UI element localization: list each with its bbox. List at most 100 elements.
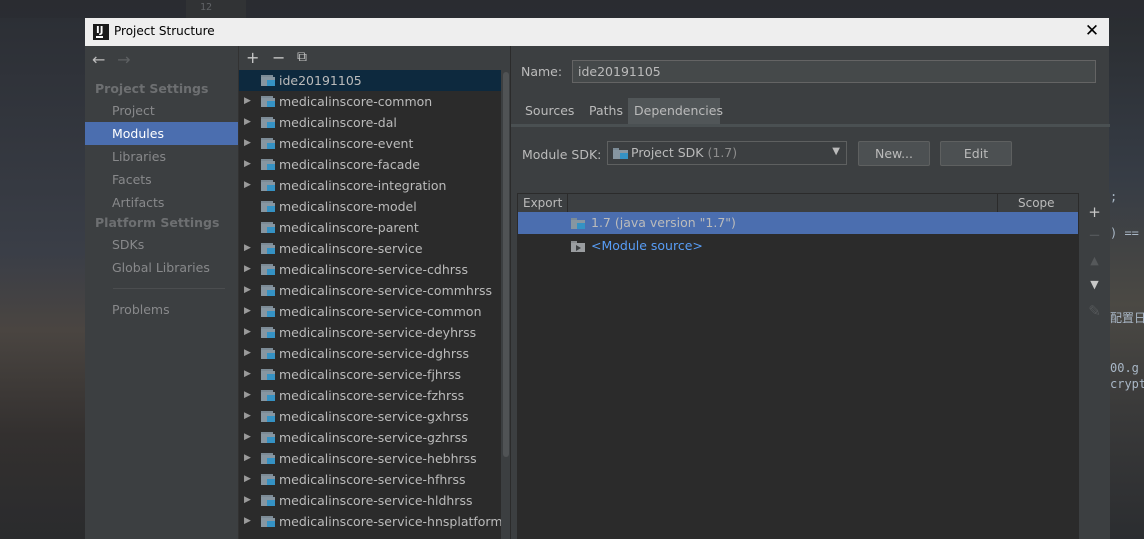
- column-scope[interactable]: Scope: [1018, 194, 1055, 212]
- add-dependency-button[interactable]: +: [1079, 201, 1110, 223]
- remove-module-button[interactable]: −: [272, 48, 285, 67]
- module-folder-icon: [261, 117, 275, 128]
- tree-row-module[interactable]: ▶ medicalinscore-facade: [239, 154, 501, 175]
- tree-row-module[interactable]: ▶ medicalinscore-common: [239, 91, 501, 112]
- tree-row-module[interactable]: ▶ medicalinscore-integration: [239, 175, 501, 196]
- nav-item-modules[interactable]: Modules: [85, 122, 238, 145]
- copy-module-button[interactable]: ⧉: [297, 49, 307, 65]
- tab-paths[interactable]: Paths: [583, 98, 627, 124]
- tree-row-module[interactable]: ▶ medicalinscore-service-fzhrss: [239, 385, 501, 406]
- dependencies-table-header: Export Scope: [518, 194, 1078, 212]
- module-sdk-select[interactable]: Project SDK (1.7) ▼: [607, 141, 847, 165]
- expand-arrow-icon[interactable]: ▶: [244, 364, 251, 385]
- tree-row-module[interactable]: ▶ medicalinscore-service-commhrss: [239, 280, 501, 301]
- edit-dependency-button[interactable]: ✎: [1079, 300, 1110, 322]
- nav-item-global-libraries[interactable]: Global Libraries: [85, 256, 238, 279]
- tree-row-module[interactable]: ▶ medicalinscore-service-deyhrss: [239, 322, 501, 343]
- expand-arrow-icon[interactable]: ▶: [244, 343, 251, 364]
- move-down-button[interactable]: ▼: [1079, 274, 1110, 296]
- tree-row-module[interactable]: ▶ medicalinscore-dal: [239, 112, 501, 133]
- editor-line-number: 12: [200, 2, 213, 13]
- column-export[interactable]: Export: [523, 194, 562, 212]
- module-settings-panel: Name: ide20191105 Sources Paths Dependen…: [510, 46, 1110, 539]
- tree-row-module[interactable]: ▶ medicalinscore-service-gzhrss: [239, 427, 501, 448]
- expand-arrow-icon[interactable]: ▶: [244, 154, 251, 175]
- expand-arrow-icon[interactable]: ▶: [244, 280, 251, 301]
- module-name: medicalinscore-service-gzhrss: [279, 430, 468, 445]
- nav-item-problems[interactable]: Problems: [85, 298, 238, 321]
- tree-row-module[interactable]: ▶ medicalinscore-service-hnsplatformhrss: [239, 511, 501, 532]
- name-label: Name:: [521, 64, 563, 79]
- expand-arrow-icon[interactable]: ▶: [244, 133, 251, 154]
- tree-row-module[interactable]: medicalinscore-parent: [239, 217, 501, 238]
- tree-row-module[interactable]: ide20191105: [239, 70, 501, 91]
- dependency-label: 1.7 (java version "1.7"): [591, 215, 736, 230]
- tab-dependencies[interactable]: Dependencies: [628, 98, 723, 124]
- expand-arrow-icon[interactable]: ▶: [244, 490, 251, 511]
- expand-arrow-icon[interactable]: ▶: [244, 511, 251, 532]
- expand-arrow-icon[interactable]: ▶: [244, 301, 251, 322]
- tree-scrollbar-thumb[interactable]: [503, 72, 509, 457]
- module-name-field[interactable]: ide20191105: [572, 60, 1096, 83]
- module-folder-icon: [261, 411, 275, 422]
- tree-row-module[interactable]: ▶ medicalinscore-service-cdhrss: [239, 259, 501, 280]
- tab-sources[interactable]: Sources: [519, 98, 583, 124]
- forward-arrow-icon[interactable]: →: [117, 50, 137, 69]
- expand-arrow-icon[interactable]: ▶: [244, 91, 251, 112]
- close-icon[interactable]: ✕: [1083, 22, 1101, 40]
- tree-row-module[interactable]: ▶ medicalinscore-service-fjhrss: [239, 364, 501, 385]
- tree-row-module[interactable]: ▶ medicalinscore-service-hebhrss: [239, 448, 501, 469]
- project-settings-header: Project Settings: [95, 81, 209, 96]
- module-folder-icon: [261, 516, 275, 527]
- module-sdk-label: Module SDK:: [522, 147, 602, 162]
- source-folder-icon: [571, 241, 585, 252]
- nav-item-sdks[interactable]: SDKs: [85, 233, 238, 256]
- new-sdk-button[interactable]: New...: [858, 141, 930, 166]
- edit-sdk-button[interactable]: Edit: [940, 141, 1012, 166]
- module-folder-icon: [261, 180, 275, 191]
- module-folder-icon: [261, 369, 275, 380]
- expand-arrow-icon[interactable]: ▶: [244, 112, 251, 133]
- move-up-button[interactable]: ▲: [1079, 250, 1110, 272]
- expand-arrow-icon[interactable]: ▶: [244, 322, 251, 343]
- tree-row-module[interactable]: ▶ medicalinscore-service: [239, 238, 501, 259]
- module-name: medicalinscore-service-common: [279, 304, 482, 319]
- module-name: medicalinscore-service-hfhrss: [279, 472, 466, 487]
- module-name: medicalinscore-service: [279, 241, 423, 256]
- tree-row-module[interactable]: ▶ medicalinscore-service-common: [239, 301, 501, 322]
- expand-arrow-icon[interactable]: ▶: [244, 427, 251, 448]
- nav-item-artifacts[interactable]: Artifacts: [85, 191, 238, 214]
- remove-dependency-button[interactable]: −: [1079, 224, 1110, 246]
- background-code-line: 00.g: [1110, 361, 1139, 375]
- dependency-row[interactable]: <Module source>: [518, 235, 1078, 257]
- tree-row-module[interactable]: medicalinscore-model: [239, 196, 501, 217]
- add-module-button[interactable]: +: [246, 48, 259, 67]
- expand-arrow-icon[interactable]: ▶: [244, 385, 251, 406]
- nav-item-project[interactable]: Project: [85, 99, 238, 122]
- nav-item-facets[interactable]: Facets: [85, 168, 238, 191]
- expand-arrow-icon[interactable]: ▶: [244, 175, 251, 196]
- nav-item-libraries[interactable]: Libraries: [85, 145, 238, 168]
- editor-gutter: [186, 0, 246, 18]
- module-name: medicalinscore-common: [279, 94, 433, 109]
- modules-tree-panel: + − ⧉ ide20191105 ▶ medicalinscore-common ▶…: [238, 46, 511, 539]
- tree-row-module[interactable]: ▶ medicalinscore-event: [239, 133, 501, 154]
- chevron-down-icon: ▼: [832, 146, 840, 157]
- expand-arrow-icon[interactable]: ▶: [244, 406, 251, 427]
- module-folder-icon: [261, 306, 275, 317]
- dependencies-side-toolbar: + − ▲ ▼ ✎: [1079, 193, 1110, 539]
- module-name: medicalinscore-service-gxhrss: [279, 409, 469, 424]
- expand-arrow-icon[interactable]: ▶: [244, 259, 251, 280]
- tree-row-module[interactable]: ▶ medicalinscore-service-hldhrss: [239, 490, 501, 511]
- module-folder-icon: [261, 222, 275, 233]
- expand-arrow-icon[interactable]: ▶: [244, 448, 251, 469]
- dependency-row[interactable]: 1.7 (java version "1.7"): [518, 212, 1078, 234]
- tree-row-module[interactable]: ▶ medicalinscore-service-hfhrss: [239, 469, 501, 490]
- background-code-line: ) ==: [1110, 226, 1139, 240]
- expand-arrow-icon[interactable]: ▶: [244, 238, 251, 259]
- tree-row-module[interactable]: ▶ medicalinscore-service-gxhrss: [239, 406, 501, 427]
- module-name: medicalinscore-service-hebhrss: [279, 451, 477, 466]
- expand-arrow-icon[interactable]: ▶: [244, 469, 251, 490]
- tree-row-module[interactable]: ▶ medicalinscore-service-dghrss: [239, 343, 501, 364]
- back-arrow-icon[interactable]: ←: [92, 50, 112, 69]
